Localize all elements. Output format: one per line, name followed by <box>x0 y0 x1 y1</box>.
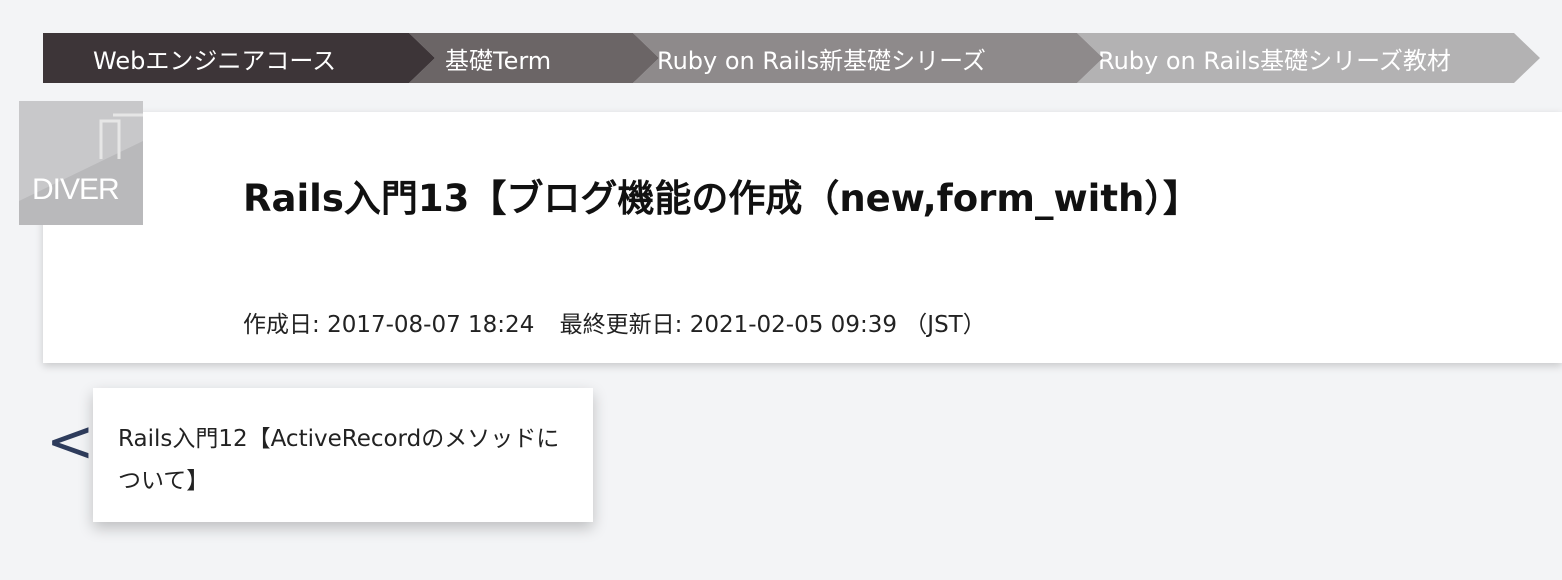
breadcrumb-label: Ruby on Rails基礎シリーズ教材 <box>1098 46 1451 75</box>
breadcrumb: Webエンジニアコース 基礎Term Ruby on Rails新基礎シリーズ … <box>43 33 1540 83</box>
breadcrumb-item-basic-term[interactable]: 基礎Term <box>409 33 659 83</box>
prev-article-title: Rails入門12【ActiveRecordのメソッドについて】 <box>118 426 560 494</box>
breadcrumb-item-rails-new-basic-series[interactable]: Ruby on Rails新基礎シリーズ <box>633 33 1103 83</box>
page-title: Rails入門13【ブログ機能の作成（new,form_with）】 <box>243 177 1200 220</box>
prev-article-link[interactable]: Rails入門12【ActiveRecordのメソッドについて】 <box>93 388 593 522</box>
created-label: 作成日: <box>243 312 320 338</box>
diver-logo: DIVER <box>19 101 143 225</box>
timezone: （JST） <box>904 312 986 338</box>
logo-text: DIVER <box>32 173 120 206</box>
chevron-left-icon[interactable]: < <box>46 412 95 470</box>
breadcrumb-label: 基礎Term <box>445 46 552 75</box>
article-dates: 作成日: 2017-08-07 18:24 最終更新日: 2021-02-05 … <box>243 305 986 339</box>
breadcrumb-item-rails-basic-series-material[interactable]: Ruby on Rails基礎シリーズ教材 <box>1077 33 1540 83</box>
updated-label: 最終更新日: <box>559 312 683 338</box>
created-date: 2017-08-07 18:24 <box>327 312 535 338</box>
breadcrumb-label: Webエンジニアコース <box>93 46 337 75</box>
breadcrumb-item-web-engineer-course[interactable]: Webエンジニアコース <box>43 33 435 83</box>
breadcrumb-label: Ruby on Rails新基礎シリーズ <box>657 46 986 75</box>
updated-date: 2021-02-05 09:39 <box>689 312 897 338</box>
